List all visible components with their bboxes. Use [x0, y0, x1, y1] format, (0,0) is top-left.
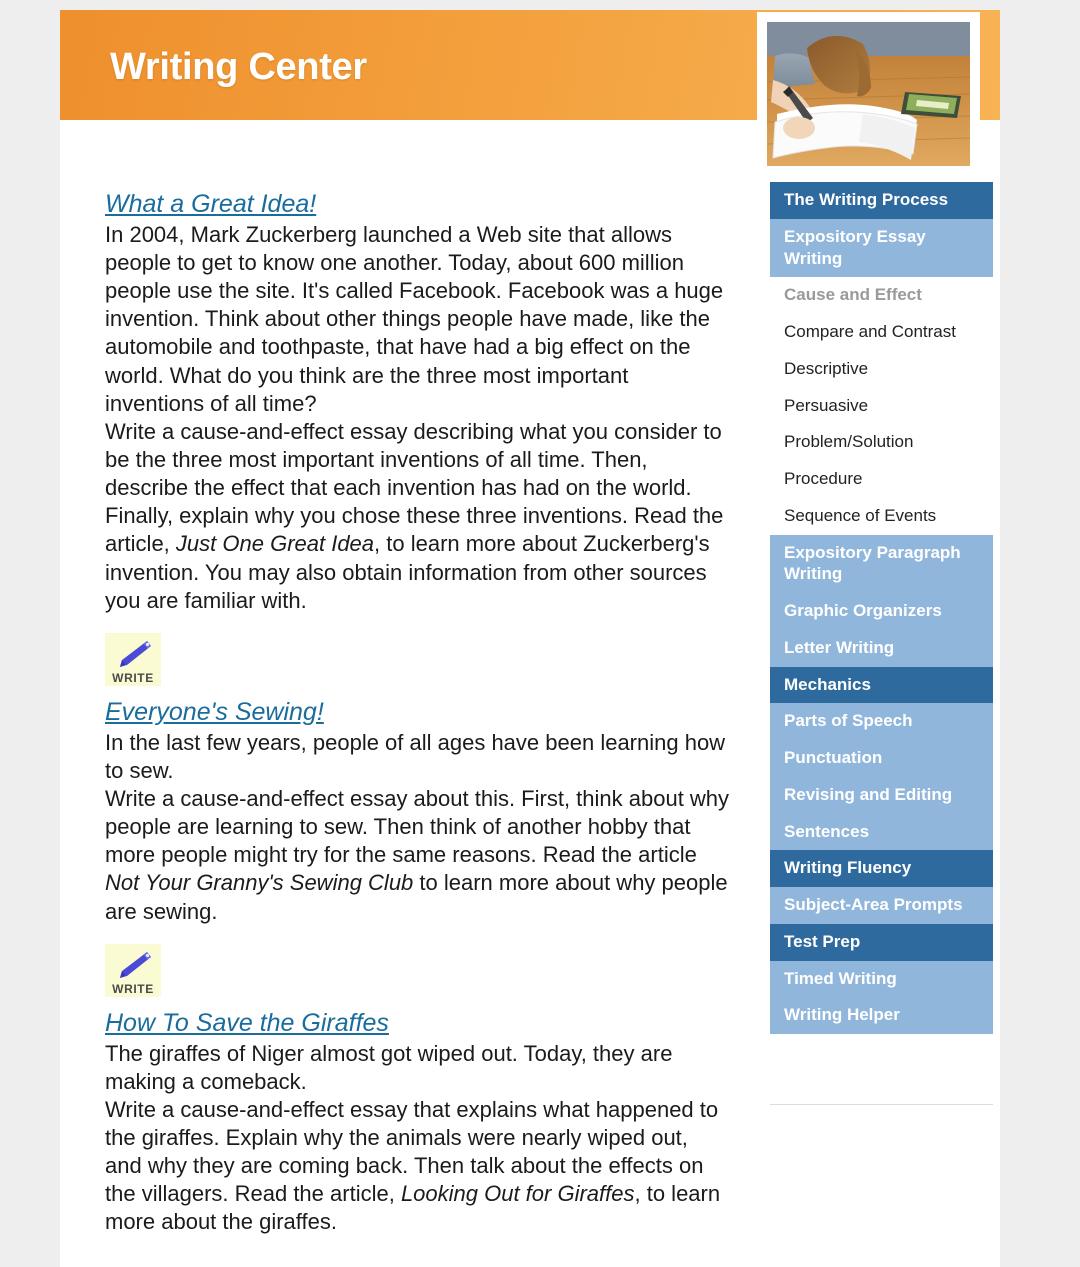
sidebar-item-procedure[interactable]: Procedure — [770, 461, 993, 498]
sidebar-item-revising-and-editing[interactable]: Revising and Editing — [770, 776, 993, 814]
page-sheet: Writing Center The Writing Process Expos… — [60, 10, 1000, 1267]
prompt-title-link[interactable]: How To Save the Giraffes — [105, 1009, 389, 1038]
prompt-assignment-paragraph: Write a cause-and-effect essay describin… — [105, 418, 730, 615]
pencil-icon — [120, 951, 151, 978]
sidebar-item-sequence-of-events[interactable]: Sequence of Events — [770, 497, 993, 535]
article-title: Looking Out for Giraffes — [400, 1181, 635, 1207]
sidebar-nav[interactable]: The Writing Process Expository Essay Wri… — [770, 182, 993, 1105]
sidebar-item-writing-helper[interactable]: Writing Helper — [770, 997, 993, 1034]
sidebar-item-letter-writing[interactable]: Letter Writing — [770, 629, 993, 667]
sidebar-item-persuasive[interactable]: Persuasive — [770, 387, 993, 425]
prompt-intro-paragraph: In 2004, Mark Zuckerberg launched a Web … — [105, 221, 724, 416]
sidebar-item-expository-paragraph-writing[interactable]: Expository Paragraph Writing — [770, 534, 993, 593]
pencil-icon — [120, 640, 151, 667]
sidebar-item-subject-area-prompts[interactable]: Subject-Area Prompts — [770, 887, 993, 924]
sidebar-item-the-writing-process[interactable]: The Writing Process — [770, 182, 993, 219]
header-photo-frame — [757, 12, 980, 176]
assignment-text-before: Write a cause-and-effect essay about thi… — [105, 786, 730, 868]
sidebar-item-compare-and-contrast[interactable]: Compare and Contrast — [770, 314, 993, 351]
page-root: Writing Center The Writing Process Expos… — [0, 0, 1080, 1267]
sidebar-item-descriptive[interactable]: Descriptive — [770, 350, 993, 388]
prompt-title-link[interactable]: Everyone's Sewing! — [105, 698, 324, 727]
write-button[interactable]: WRITE — [105, 632, 161, 686]
prompt-entry: Everyone's Sewing! In the last few years… — [105, 698, 730, 926]
sidebar-item-test-prep[interactable]: Test Prep — [770, 923, 993, 961]
sidebar-item-writing-fluency[interactable]: Writing Fluency — [770, 850, 993, 887]
sidebar-item-parts-of-speech[interactable]: Parts of Speech — [770, 703, 993, 740]
sidebar-item-sentences[interactable]: Sentences — [770, 813, 993, 851]
sidebar-item-expository-essay-writing[interactable]: Expository Essay Writing — [770, 218, 993, 278]
sidebar-item-cause-and-effect[interactable]: Cause and Effect — [770, 277, 993, 314]
write-button[interactable]: WRITE — [105, 943, 161, 997]
prompt-assignment-paragraph: Write a cause-and-effect essay about thi… — [105, 785, 730, 926]
prompt-title-link[interactable]: What a Great Idea! — [105, 190, 316, 219]
article-title: Just One Great Idea — [175, 531, 375, 557]
sidebar-item-timed-writing[interactable]: Timed Writing — [770, 960, 993, 998]
prompt-entry: What a Great Idea! In 2004, Mark Zuckerb… — [105, 190, 730, 615]
sidebar-item-graphic-organizers[interactable]: Graphic Organizers — [770, 593, 993, 630]
article-title: Not Your Granny's Sewing Club — [105, 870, 414, 896]
girl-writing-photo — [767, 22, 970, 166]
prompt-assignment-paragraph: Write a cause-and-effect essay that expl… — [105, 1096, 730, 1237]
write-button-label: WRITE — [112, 670, 154, 685]
prompt-list: What a Great Idea! In 2004, Mark Zuckerb… — [105, 190, 730, 1241]
sidebar-item-problem-solution[interactable]: Problem/Solution — [770, 424, 993, 461]
page-title: Writing Center — [110, 46, 367, 88]
sidebar-item-punctuation[interactable]: Punctuation — [770, 740, 993, 777]
prompt-intro-paragraph: The giraffes of Niger almost got wiped o… — [105, 1040, 673, 1094]
write-button-label: WRITE — [112, 981, 154, 996]
prompt-entry: How To Save the Giraffes The giraffes of… — [105, 1009, 730, 1237]
prompt-intro-paragraph: In the last few years, people of all age… — [105, 729, 726, 783]
sidebar-item-mechanics[interactable]: Mechanics — [770, 666, 993, 704]
